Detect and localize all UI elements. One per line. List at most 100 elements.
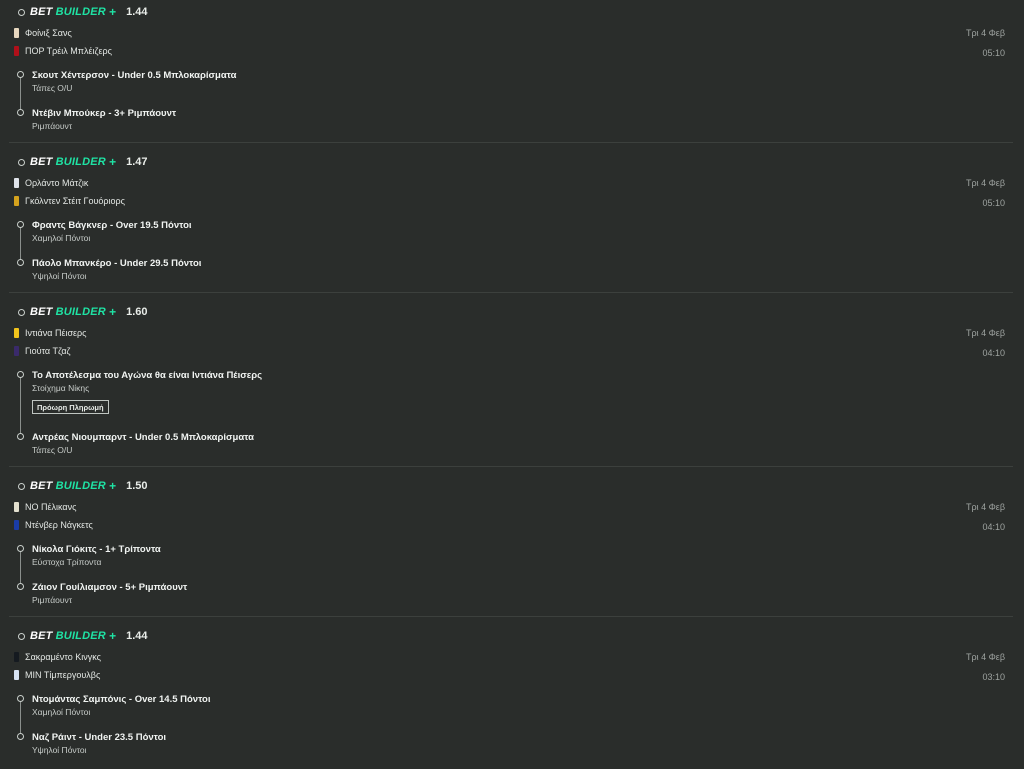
leg-selection: Νίκολα Γιόκιτς - 1+ Τρίποντα — [32, 544, 161, 555]
odds-value: 1.44 — [126, 630, 148, 642]
leg-dot-icon — [17, 733, 24, 740]
leg-market: Τάπες O/U — [32, 83, 73, 93]
leg-dot-icon — [17, 695, 24, 702]
team-name: Σακραμέντο Κινγκς — [25, 652, 101, 662]
leg-connector-line — [20, 374, 21, 436]
bet-builder-header: BET BUILDER +1.44 — [18, 4, 148, 20]
bet-builder-logo: BET BUILDER + — [30, 479, 116, 493]
logo-text-builder: BUILDER — [55, 630, 106, 642]
leg-connector-line — [20, 698, 21, 736]
team-home: Φοίνιξ Σανς — [14, 26, 72, 40]
leg-selection: Πάολο Μπανκέρο - Under 29.5 Πόντοι — [32, 258, 202, 269]
logo-text-builder: BUILDER — [55, 6, 106, 18]
early-payout-badge[interactable]: Πρόωρη Πληρωμή — [32, 400, 109, 414]
team-home: ΝΟ Πέλικανς — [14, 500, 76, 514]
leg-dot-icon — [17, 545, 24, 552]
leg-market: Ριμπάουντ — [32, 595, 73, 605]
team-home: Σακραμέντο Κινγκς — [14, 650, 101, 664]
leg-dot-icon — [17, 259, 24, 266]
radio-icon[interactable] — [18, 632, 25, 640]
team-name: Ορλάντο Μάτζικ — [25, 178, 89, 188]
bet-builder-list: BET BUILDER +1.44 Φοίνιξ Σανς ΠΟΡ Τρέιλ Μπλέ… — [0, 0, 1024, 769]
team-name: Γκόλντεν Στέιτ Γουόριορς — [25, 196, 125, 206]
jersey-icon — [14, 520, 19, 530]
radio-icon[interactable] — [18, 482, 25, 490]
logo-text-bet: BET — [30, 630, 53, 642]
plus-icon: + — [108, 155, 117, 169]
leg-dot-icon — [17, 109, 24, 116]
team-home: Ορλάντο Μάτζικ — [14, 176, 88, 190]
leg-market: Τάπες O/U — [32, 445, 73, 455]
team-away: Γιούτα Τζαζ — [14, 344, 71, 358]
team-name: ΝΟ Πέλικανς — [25, 502, 77, 512]
leg-market: Χαμηλοί Πόντοι — [32, 707, 91, 717]
radio-icon[interactable] — [18, 308, 25, 316]
bet-builder-header: BET BUILDER + 1.60 — [18, 304, 148, 320]
logo-text-bet: BET — [30, 6, 53, 18]
leg-selection: Αντρέας Νιουμπαρντ - Under 0.5 Μπλοκαρίσ… — [32, 432, 254, 443]
logo-text-bet: BET — [30, 306, 53, 318]
plus-icon: + — [108, 629, 117, 643]
leg-market: Υψηλοί Πόντοι — [32, 271, 87, 281]
bet-builder-header: BET BUILDER +1.47 — [18, 154, 148, 170]
odds-value: 1.47 — [126, 156, 148, 168]
team-away: ΜΙΝ Τίμπεργουλβς — [14, 668, 100, 682]
leg-market: Ριμπάουντ — [32, 121, 73, 131]
leg-selection: Ντομάντας Σαμπόνις - Over 14.5 Πόντοι — [32, 694, 211, 705]
leg-dot-icon — [17, 71, 24, 78]
radio-icon[interactable] — [18, 158, 25, 166]
match-time: 05:10 — [982, 198, 1005, 208]
team-name: Ντένβερ Νάγκετς — [25, 520, 93, 530]
bet-builder-logo: BET BUILDER + — [30, 629, 116, 643]
bet-builder-card[interactable]: BET BUILDER +1.50 ΝΟ Πέλικανς Ντένβερ Νάγκετ… — [9, 474, 1013, 617]
logo-text-builder: BUILDER — [55, 156, 106, 168]
leg-market: Στοίχημα Νίκης — [32, 383, 90, 393]
jersey-icon — [14, 652, 19, 662]
bet-builder-card[interactable]: BET BUILDER + 1.60 Ιντιάνα Πέισερς Γιούτα Τζα… — [9, 300, 1013, 467]
team-away: ΠΟΡ Τρέιλ Μπλέιζερς — [14, 44, 112, 58]
bet-builder-header: BET BUILDER +1.44 — [18, 628, 148, 644]
leg-connector-line — [20, 74, 21, 112]
leg-dot-icon — [17, 221, 24, 228]
match-time: 04:10 — [982, 522, 1005, 532]
match-time: 05:10 — [982, 48, 1005, 58]
logo-text-bet: BET — [30, 156, 53, 168]
leg-market: Εύστοχα Τρίποντα — [32, 557, 102, 567]
leg-selection: Το Αποτέλεσμα του Αγώνα θα είναι Ιντιάνα… — [32, 370, 263, 381]
team-away: Ντένβερ Νάγκετς — [14, 518, 93, 532]
bet-builder-logo: BET BUILDER + — [30, 155, 116, 169]
logo-text-builder: BUILDER — [55, 306, 106, 318]
match-date: Τρι 4 Φεβ — [966, 652, 1005, 662]
leg-selection: Σκουτ Χέντερσον - Under 0.5 Μπλοκαρίσματ… — [32, 70, 237, 81]
team-name: Φοίνιξ Σανς — [25, 28, 72, 38]
jersey-icon — [14, 328, 19, 338]
jersey-icon — [14, 346, 19, 356]
match-date: Τρι 4 Φεβ — [966, 28, 1005, 38]
leg-selection: Ζάιον Γουίλιαμσον - 5+ Ριμπάουντ — [32, 582, 188, 593]
bet-builder-card[interactable]: BET BUILDER +1.47 Ορλάντο Μάτζικ Γκόλντεν Στ… — [9, 150, 1013, 293]
leg-market: Χαμηλοί Πόντοι — [32, 233, 91, 243]
jersey-icon — [14, 28, 19, 38]
match-date: Τρι 4 Φεβ — [966, 328, 1005, 338]
bet-builder-card[interactable]: BET BUILDER +1.44 Φοίνιξ Σανς ΠΟΡ Τρέιλ Μπλέ… — [9, 0, 1013, 143]
leg-selection: Ναζ Ράιντ - Under 23.5 Πόντοι — [32, 732, 167, 743]
odds-value: 1.60 — [126, 306, 148, 318]
leg-connector-line — [20, 224, 21, 262]
jersey-icon — [14, 502, 19, 512]
team-name: Ιντιάνα Πέισερς — [25, 328, 87, 338]
team-away: Γκόλντεν Στέιτ Γουόριορς — [14, 194, 125, 208]
logo-text-builder: BUILDER — [55, 480, 106, 492]
leg-selection: Φραντς Βάγκνερ - Over 19.5 Πόντοι — [32, 220, 192, 231]
jersey-icon — [14, 46, 19, 56]
bet-builder-card[interactable]: BET BUILDER +1.44 Σακραμέντο Κινγκς ΜΙΝ Τίμπ… — [9, 624, 1013, 769]
match-date: Τρι 4 Φεβ — [966, 502, 1005, 512]
logo-text-bet: BET — [30, 480, 53, 492]
odds-value: 1.44 — [126, 6, 148, 18]
match-time: 03:10 — [982, 672, 1005, 682]
match-date: Τρι 4 Φεβ — [966, 178, 1005, 188]
team-name: ΠΟΡ Τρέιλ Μπλέιζερς — [25, 46, 112, 56]
radio-icon[interactable] — [18, 8, 25, 16]
bet-builder-logo: BET BUILDER + — [30, 305, 116, 319]
bet-builder-header: BET BUILDER +1.50 — [18, 478, 148, 494]
plus-icon: + — [108, 479, 117, 493]
